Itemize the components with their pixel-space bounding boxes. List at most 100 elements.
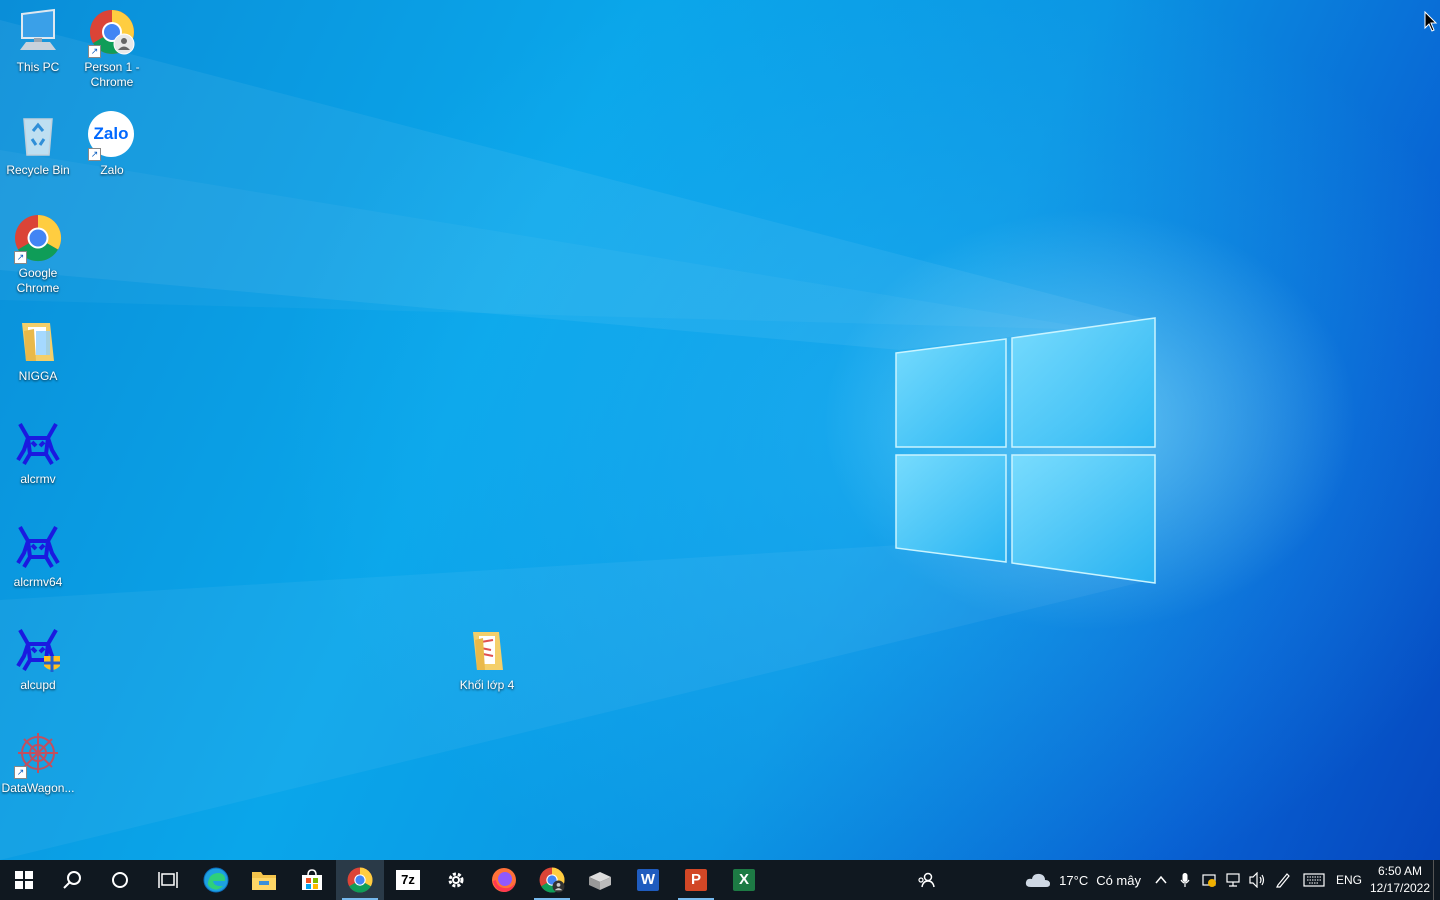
- network-tray[interactable]: [1221, 860, 1245, 900]
- taskbar-7zip[interactable]: 7z: [384, 860, 432, 900]
- mouse-cursor-icon: [1424, 11, 1438, 32]
- taskbar-firefox[interactable]: [480, 860, 528, 900]
- desktop-icon-alcrmv64[interactable]: alcrmv64: [0, 523, 76, 590]
- pen-tray[interactable]: [1269, 860, 1297, 900]
- network-icon: [1226, 873, 1240, 887]
- microphone-icon: [1180, 873, 1190, 887]
- touch-keyboard-tray[interactable]: [1297, 860, 1331, 900]
- shortcut-arrow-icon: ↗: [88, 45, 101, 58]
- this-pc-icon: [14, 8, 62, 56]
- taskbar-file-explorer[interactable]: [240, 860, 288, 900]
- weather-condition: Có mây: [1096, 872, 1141, 888]
- chrome-profile-icon: [539, 867, 565, 893]
- desktop-icon-google-chrome[interactable]: ↗ Google Chrome: [0, 214, 76, 296]
- desktop-icon-datawagon[interactable]: ↗ DataWagon...: [0, 729, 76, 796]
- firefox-icon: [492, 868, 516, 892]
- shortcut-arrow-icon: ↗: [14, 766, 27, 779]
- speaker-icon: [1249, 872, 1265, 888]
- desktop-icon-this-pc[interactable]: This PC: [0, 8, 76, 75]
- realtek-updater-icon: [14, 626, 62, 674]
- 7zip-icon: 7z: [396, 870, 420, 890]
- taskbar-edge[interactable]: [192, 860, 240, 900]
- desktop-icon-label: alcrmv: [20, 472, 56, 486]
- desktop-icon-folder[interactable]: NIGGA: [0, 317, 76, 384]
- desktop-icon-person1-chrome[interactable]: ↗ Person 1 - Chrome: [74, 8, 150, 90]
- edge-icon: [203, 867, 229, 893]
- clock[interactable]: 6:50 AM 12/17/2022: [1367, 863, 1433, 897]
- start-button[interactable]: [0, 860, 48, 900]
- desktop-icon-label: This PC: [16, 60, 60, 74]
- desktop-icon-label: alcrmv64: [13, 575, 63, 589]
- cortana-button[interactable]: [96, 860, 144, 900]
- search-button[interactable]: [48, 860, 96, 900]
- taskbar-word[interactable]: W: [624, 860, 672, 900]
- show-hidden-icons-button[interactable]: [1149, 860, 1173, 900]
- windows-logo-wallpaper: [895, 317, 1156, 584]
- folder-icon: [14, 317, 62, 365]
- desktop-icon-label: NIGGA: [18, 369, 58, 383]
- input-language[interactable]: ENG: [1331, 860, 1367, 900]
- people-icon: [918, 872, 935, 888]
- shortcut-arrow-icon: ↗: [14, 251, 27, 264]
- start-icon: [15, 871, 33, 889]
- taskbar-excel[interactable]: X: [720, 860, 768, 900]
- volume-tray[interactable]: [1245, 860, 1269, 900]
- realtek-crab-icon: [14, 523, 62, 571]
- weather-widget[interactable]: 17°C Có mây: [1017, 860, 1149, 900]
- pen-icon: [1276, 873, 1290, 888]
- chrome-icon: ↗: [14, 214, 62, 264]
- desktop-icon-alcrmv[interactable]: alcrmv: [0, 420, 76, 487]
- cortana-icon: [112, 872, 128, 888]
- microsoft-store-icon: [302, 869, 322, 890]
- chrome-profile-icon: ↗: [88, 8, 136, 58]
- desktop-icon-label: Google Chrome: [16, 266, 60, 295]
- taskbar-settings[interactable]: [432, 860, 480, 900]
- desktop-icon-label: Khối lớp 4: [459, 678, 515, 692]
- excel-icon: X: [733, 869, 755, 891]
- file-explorer-icon: [252, 872, 276, 890]
- taskbar-package[interactable]: [576, 860, 624, 900]
- show-desktop-button[interactable]: [1433, 860, 1440, 900]
- microphone-tray[interactable]: [1173, 860, 1197, 900]
- chevron-up-icon: [1155, 876, 1167, 884]
- settings-icon: [448, 872, 464, 888]
- datawagon-icon: ↗: [14, 729, 62, 779]
- search-icon: [63, 871, 81, 889]
- desktop-icon-alcupd[interactable]: alcupd: [0, 626, 76, 693]
- desktop-background[interactable]: This PC ↗ Person 1 - Chrome Recycle Bin …: [0, 0, 1440, 860]
- package-icon: [589, 872, 611, 890]
- task-view-button[interactable]: [144, 860, 192, 900]
- desktop-icon-khoi-lop-4[interactable]: Khối lớp 4: [449, 626, 525, 693]
- shortcut-arrow-icon: ↗: [88, 148, 101, 161]
- realtek-crab-icon: [14, 420, 62, 468]
- task-view-icon: [158, 872, 178, 888]
- chrome-icon: [347, 867, 373, 893]
- system-tray: 17°C Có mây ENG 6:50 AM 12/17/2022: [1017, 860, 1440, 900]
- word-icon: W: [637, 869, 659, 891]
- cloud-icon: [1026, 873, 1051, 887]
- desktop-icon-label: Recycle Bin: [6, 163, 70, 177]
- keyboard-icon: [1303, 873, 1325, 887]
- clock-date: 12/17/2022: [1369, 881, 1431, 895]
- desktop-icon-zalo[interactable]: Zalo ↗ Zalo: [74, 111, 150, 178]
- desktop-icon-recycle-bin[interactable]: Recycle Bin: [0, 111, 76, 178]
- folder-icon: [463, 626, 511, 674]
- taskbar-powerpoint[interactable]: P: [672, 860, 720, 900]
- security-tray[interactable]: [1197, 860, 1221, 900]
- taskbar-chrome[interactable]: [336, 860, 384, 900]
- weather-temperature: 17°C: [1059, 872, 1089, 888]
- shield-warning-icon: [1202, 874, 1216, 887]
- taskbar-chrome-profile[interactable]: [528, 860, 576, 900]
- powerpoint-icon: P: [685, 869, 707, 891]
- desktop-icon-label: DataWagon...: [1, 781, 75, 795]
- taskbar: 7z W P X 17°C Có mây ENG 6:50 AM 12/17/2…: [0, 860, 1440, 900]
- zalo-icon: Zalo ↗: [88, 111, 136, 161]
- taskbar-people[interactable]: [902, 860, 950, 900]
- desktop-icon-label: Zalo: [100, 163, 124, 177]
- desktop-icon-label: alcupd: [20, 678, 56, 692]
- recycle-bin-icon: [14, 111, 62, 159]
- wallpaper-light-beams: [0, 20, 1150, 860]
- clock-time: 6:50 AM: [1377, 864, 1423, 878]
- desktop-icon-label: Person 1 - Chrome: [84, 60, 140, 89]
- taskbar-microsoft-store[interactable]: [288, 860, 336, 900]
